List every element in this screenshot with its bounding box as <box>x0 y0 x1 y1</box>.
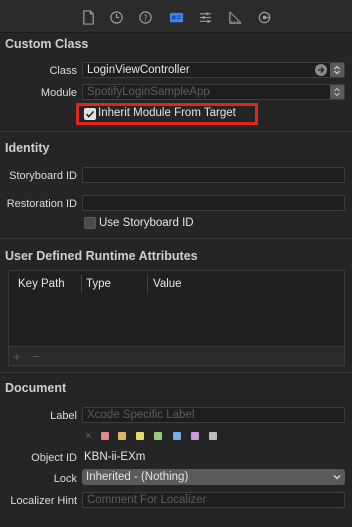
color-swatch-blue[interactable] <box>173 432 181 440</box>
localizer-hint-label: Localizer Hint <box>10 495 77 507</box>
inspector-toolbar: ? <box>0 0 352 33</box>
identity-inspector-icon[interactable] <box>168 9 184 25</box>
inherit-module-label: Inherit Module From Target <box>98 107 236 119</box>
class-dropdown-icon[interactable] <box>330 63 344 77</box>
label-field[interactable]: Xcode Specific Label <box>82 407 345 423</box>
size-inspector-icon[interactable] <box>227 9 243 25</box>
module-field[interactable]: SpotifyLoginSampleApp <box>82 84 345 100</box>
use-storyboard-id-label: Use Storyboard ID <box>99 217 194 229</box>
column-key-path[interactable]: Key Path <box>18 278 65 290</box>
file-inspector-icon[interactable] <box>80 9 96 25</box>
module-label: Module <box>40 87 77 99</box>
module-dropdown-icon[interactable] <box>330 85 344 99</box>
column-separator <box>147 275 148 293</box>
restoration-id-field[interactable] <box>82 195 345 211</box>
class-value: LoginViewController <box>87 64 190 76</box>
label-placeholder: Xcode Specific Label <box>87 409 195 421</box>
use-storyboard-id-checkbox[interactable] <box>84 217 96 229</box>
document-header: Document <box>5 381 67 395</box>
connections-inspector-icon[interactable] <box>256 9 272 25</box>
svg-text:?: ? <box>143 12 147 22</box>
column-separator <box>81 275 82 293</box>
clear-color-icon[interactable]: × <box>85 430 91 442</box>
column-value[interactable]: Value <box>153 278 182 290</box>
checkmark-icon <box>85 110 95 118</box>
divider <box>0 131 352 132</box>
class-field[interactable]: LoginViewController <box>82 62 345 78</box>
color-swatch-red[interactable] <box>101 432 109 440</box>
color-swatch-gray[interactable] <box>209 432 217 440</box>
divider <box>0 372 352 373</box>
lock-select[interactable]: Inherited - (Nothing) <box>82 469 345 485</box>
object-id-label: Object ID <box>31 452 77 464</box>
history-inspector-icon[interactable] <box>108 9 124 25</box>
column-type[interactable]: Type <box>86 278 111 290</box>
lock-value: Inherited - (Nothing) <box>86 471 189 483</box>
quick-help-icon[interactable]: ? <box>137 9 153 25</box>
identity-header: Identity <box>5 141 50 155</box>
attributes-inspector-icon[interactable] <box>197 9 213 25</box>
go-to-class-icon[interactable] <box>315 64 327 76</box>
storyboard-id-label: Storyboard ID <box>9 170 77 182</box>
remove-attribute-button[interactable]: − <box>32 349 40 364</box>
class-label: Class <box>49 65 77 77</box>
custom-class-header: Custom Class <box>5 37 89 51</box>
localizer-hint-field[interactable]: Comment For Localizer <box>82 492 345 508</box>
divider <box>0 238 352 239</box>
runtime-attributes-header: User Defined Runtime Attributes <box>5 249 198 263</box>
chevron-down-icon <box>333 475 341 480</box>
color-swatch-green[interactable] <box>154 432 162 440</box>
table-footer: + − <box>9 346 344 365</box>
object-id-value: KBN-ii-EXm <box>84 451 146 463</box>
color-swatch-orange[interactable] <box>118 432 126 440</box>
lock-label: Lock <box>53 473 77 485</box>
color-swatch-purple[interactable] <box>191 432 199 440</box>
restoration-id-label: Restoration ID <box>6 198 77 210</box>
label-label: Label <box>50 410 77 422</box>
add-attribute-button[interactable]: + <box>13 349 21 364</box>
inherit-module-checkbox[interactable] <box>84 108 96 120</box>
color-swatch-yellow[interactable] <box>136 432 144 440</box>
runtime-attributes-table[interactable]: Key Path Type Value + − <box>8 270 345 366</box>
localizer-placeholder: Comment For Localizer <box>87 494 207 506</box>
module-placeholder: SpotifyLoginSampleApp <box>87 86 210 98</box>
storyboard-id-field[interactable] <box>82 167 345 183</box>
